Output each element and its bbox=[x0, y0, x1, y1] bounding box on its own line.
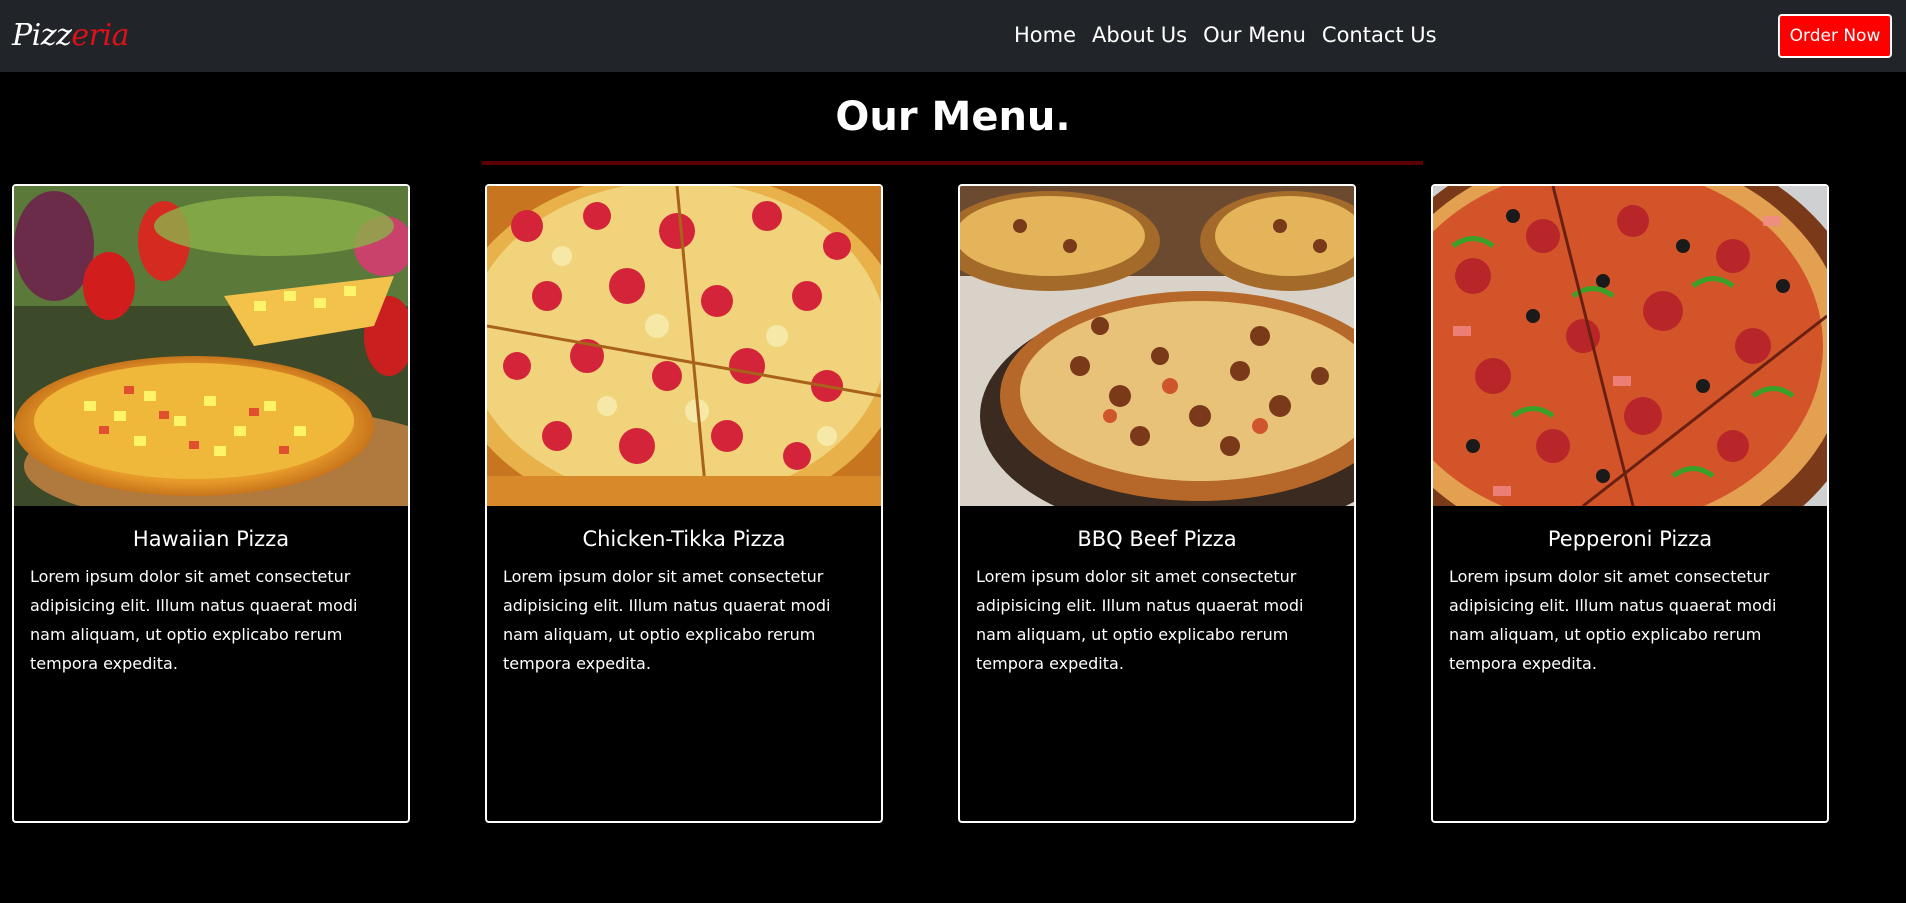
card-description: Lorem ipsum dolor sit amet consectetur a… bbox=[976, 567, 1304, 673]
card-title: Hawaiian Pizza bbox=[132, 527, 290, 551]
nav-link-about-us[interactable]: About Us bbox=[1092, 20, 1187, 50]
menu-card-bbq-beef: BBQ Beef Pizza Lorem ipsum dolor sit ame… bbox=[958, 184, 1356, 823]
bbq-beef-pizza-image bbox=[960, 186, 1354, 506]
card-title: BBQ Beef Pizza bbox=[1077, 527, 1237, 551]
card-title: Pepperoni Pizza bbox=[1547, 527, 1713, 551]
chicken-tikka-pizza-image bbox=[487, 186, 881, 506]
nav-link-home[interactable]: Home bbox=[1014, 20, 1076, 50]
pepperoni-pizza-image bbox=[1433, 186, 1827, 506]
card-description: Lorem ipsum dolor sit amet consectetur a… bbox=[1449, 567, 1777, 673]
menu-card-pepperoni: Pepperoni Pizza Lorem ipsum dolor sit am… bbox=[1431, 184, 1829, 823]
card-description: Lorem ipsum dolor sit amet consectetur a… bbox=[503, 567, 831, 673]
card-title: Chicken-Tikka Pizza bbox=[582, 527, 786, 551]
section-title: Our Menu. bbox=[835, 94, 1071, 140]
hawaiian-pizza-image bbox=[14, 186, 408, 506]
nav-link-our-menu[interactable]: Our Menu bbox=[1203, 20, 1306, 50]
order-now-button[interactable]: Order Now bbox=[1778, 14, 1892, 58]
card-description: Lorem ipsum dolor sit amet consectetur a… bbox=[30, 567, 358, 673]
nav-link-contact-us[interactable]: Contact Us bbox=[1322, 20, 1437, 50]
menu-card-chicken-tikka: Chicken-Tikka Pizza Lorem ipsum dolor si… bbox=[485, 184, 883, 823]
menu-card-hawaiian: Hawaiian Pizza Lorem ipsum dolor sit ame… bbox=[12, 184, 410, 823]
title-divider bbox=[482, 161, 1423, 165]
navbar: Pizzeria Home About Us Our Menu Contact … bbox=[0, 0, 1906, 72]
nav-links: Home About Us Our Menu Contact Us bbox=[1014, 20, 1437, 50]
brand-text-red: eria bbox=[71, 18, 129, 53]
brand-text-white: Pizz bbox=[12, 18, 72, 53]
brand-logo[interactable]: Pizzeria bbox=[12, 18, 129, 54]
